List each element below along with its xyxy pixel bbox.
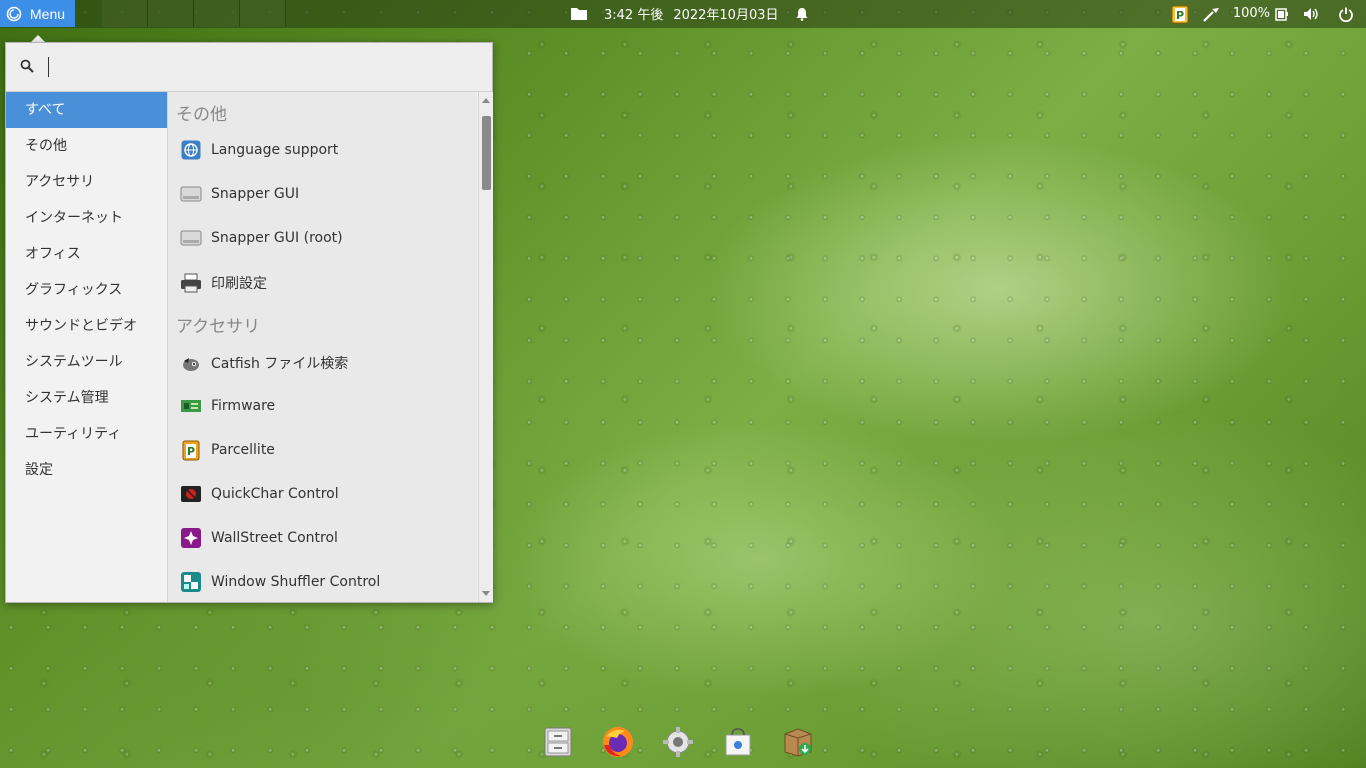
category-utilities[interactable]: ユーティリティ [6,416,167,452]
app-quickchar-control[interactable]: QuickChar Control [168,472,477,516]
clock-area: 3:42 午後 2022年10月03日 [570,0,809,27]
scroll-up-arrow-icon[interactable] [482,98,490,103]
menu-button-label: Menu [30,5,66,22]
parcellite-tray-icon[interactable]: P [1171,4,1189,24]
category-list: すべて その他 アクセサリ インターネット オフィス グラフィックス サウンドと… [6,92,168,602]
category-all[interactable]: すべて [6,92,167,128]
file-cabinet-icon [544,727,572,757]
app-language-support[interactable]: Language support [168,128,477,172]
language-icon [180,139,202,161]
battery-percent: 100% [1232,6,1270,21]
clock-date[interactable]: 2022年10月03日 [673,4,778,23]
scroll-thumb[interactable] [482,116,491,190]
app-wallstreet-control[interactable]: WallStreet Control [168,516,477,560]
category-office[interactable]: オフィス [6,236,167,272]
clipboard-icon: P [180,439,202,461]
app-label: WallStreet Control [211,530,338,546]
category-system-tools[interactable]: システムツール [6,344,167,380]
app-label: Snapper GUI [211,186,300,202]
app-catfish[interactable]: Catfish ファイル検索 [168,341,477,385]
search-input[interactable] [46,55,470,81]
app-list-scrollbar[interactable] [478,92,493,602]
svg-text:P: P [187,445,195,458]
workspace-3[interactable] [194,0,240,27]
dock-settings[interactable] [660,724,696,760]
battery-icon[interactable] [1274,6,1290,22]
app-parcellite[interactable]: P Parcellite [168,428,477,472]
workspace-2[interactable] [148,0,194,27]
app-snapper-gui-root[interactable]: Snapper GUI (root) [168,216,477,260]
settings-gear-icon [663,727,693,757]
package-installer-icon [784,728,812,757]
workspace-switcher [102,0,286,27]
app-print-settings[interactable]: 印刷設定 [168,261,477,305]
dock-firefox[interactable] [600,724,636,760]
notification-bell-icon[interactable] [795,7,809,21]
dock-software-store[interactable] [720,724,756,760]
category-accessories[interactable]: アクセサリ [6,164,167,200]
clock-time[interactable]: 3:42 午後 [604,4,663,23]
menu-button[interactable]: Menu [0,0,75,27]
top-panel: Menu 3:42 午後 2022年10月03日 P 100% [0,0,1366,28]
app-label: Snapper GUI (root) [211,230,343,246]
category-administration[interactable]: システム管理 [6,380,167,416]
dock-package-installer[interactable] [780,724,816,760]
app-list: その他 Language support Snapper GUI Snapper… [168,92,477,602]
app-label: Firmware [211,398,276,414]
software-store-icon [725,728,751,756]
app-label: 印刷設定 [211,276,267,292]
category-other[interactable]: その他 [6,128,167,164]
app-window-shuffler-control[interactable]: Window Shuffler Control [168,560,477,602]
workspace-4[interactable] [240,0,286,27]
firefox-icon [603,727,633,757]
color-picker-icon[interactable] [1201,4,1221,24]
application-menu: すべて その他 アクセサリ インターネット オフィス グラフィックス サウンドと… [5,42,493,603]
category-internet[interactable]: インターネット [6,200,167,236]
system-tray: P 100% [1171,0,1366,27]
drive-icon [180,183,202,205]
app-label: Parcellite [211,442,275,458]
app-firmware[interactable]: Firmware [168,384,477,428]
window-shuffler-icon [180,571,202,593]
app-label: Window Shuffler Control [211,574,381,590]
debian-swirl-icon [6,6,22,21]
category-graphics[interactable]: グラフィックス [6,272,167,308]
category-sound-video[interactable]: サウンドとビデオ [6,308,167,344]
app-label: Catfish ファイル検索 [211,356,349,372]
search-icon [20,59,34,73]
wallstreet-icon [180,527,202,549]
quickchar-icon [180,483,202,505]
scroll-down-arrow-icon[interactable] [482,591,490,596]
power-icon[interactable] [1338,6,1354,22]
dock [540,720,816,764]
section-header-accessories: アクセサリ [176,317,261,337]
menu-pointer-arrow [31,35,45,42]
section-header-other: その他 [176,105,227,125]
category-settings[interactable]: 設定 [6,452,167,488]
app-snapper-gui[interactable]: Snapper GUI [168,172,477,216]
text-caret [48,57,49,77]
svg-text:P: P [1176,9,1184,22]
printer-icon [180,272,202,294]
drive-icon [180,227,202,249]
search-bar [6,43,492,92]
chip-icon [180,395,202,417]
app-label: Language support [211,142,339,158]
folder-icon[interactable] [570,6,588,21]
workspace-1[interactable] [102,0,148,27]
volume-icon[interactable] [1302,6,1320,22]
app-label: QuickChar Control [211,486,339,502]
catfish-icon [180,352,202,374]
dock-file-manager[interactable] [540,724,576,760]
